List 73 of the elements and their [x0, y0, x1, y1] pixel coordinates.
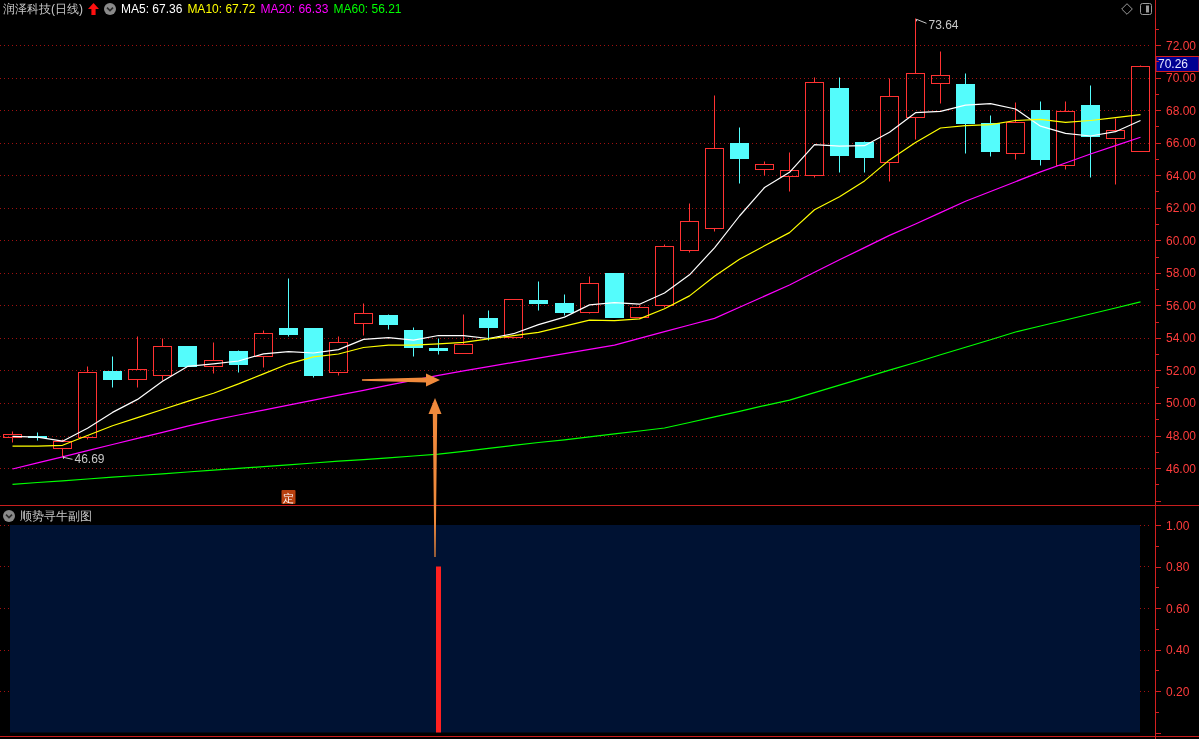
candlestick [304, 328, 323, 378]
current-price-tag: 70.26 [1155, 56, 1199, 72]
candlestick [730, 127, 749, 184]
candlestick [153, 338, 172, 381]
axis-label: 64.00 [1166, 168, 1197, 183]
candlestick [3, 431, 22, 443]
candlestick [279, 278, 298, 337]
candlestick [780, 152, 799, 192]
candlestick [404, 327, 423, 357]
axis-label: 66.00 [1166, 136, 1197, 151]
candlestick [931, 51, 950, 104]
panel-icon[interactable] [1140, 3, 1152, 15]
candlestick [204, 342, 223, 374]
indicator-value: MA5: 67.36 [121, 3, 183, 15]
candlestick [655, 244, 674, 308]
candlestick [504, 299, 523, 339]
candlestick [178, 346, 197, 367]
price-label: 73.64 [928, 18, 959, 32]
axis-label: 46.00 [1166, 461, 1197, 476]
axis-label: 72.00 [1166, 38, 1197, 53]
marker-tag: 定 [281, 490, 296, 504]
price-label: 46.69 [74, 451, 105, 466]
leader-line [63, 455, 73, 460]
candlestick [454, 314, 473, 354]
candlestick [680, 203, 699, 253]
axis-label: 0.20 [1166, 684, 1190, 699]
panel-title: 顺势寻牛副图 [20, 509, 92, 522]
axis-label: 0.80 [1166, 560, 1190, 574]
candlestick [53, 439, 72, 458]
chart-title: 润泽科技(日线) [3, 3, 83, 15]
candlestick [103, 356, 122, 388]
axis-label: 48.00 [1166, 429, 1197, 443]
axis-label: 52.00 [1166, 363, 1197, 378]
axis-label: 58.00 [1166, 266, 1197, 281]
axis-label: 50.00 [1166, 396, 1197, 411]
axis-label: 0.60 [1166, 601, 1190, 616]
axis-label: 68.00 [1166, 103, 1197, 118]
candlestick [855, 141, 874, 173]
candlestick [555, 294, 574, 316]
axis-label: 54.00 [1166, 331, 1197, 346]
candlestick [1056, 101, 1075, 170]
indicator-value: MA60: 56.21 [333, 3, 402, 15]
candlestick [379, 314, 398, 330]
candlestick [755, 161, 774, 176]
candlestick [429, 338, 448, 355]
indicator-value: MA10: 67.72 [187, 3, 256, 15]
candlestick [529, 281, 548, 311]
candlestick [28, 432, 47, 441]
axis-label: 56.00 [1166, 298, 1197, 313]
candlestick [229, 350, 248, 373]
chevron-circle-icon[interactable] [104, 3, 116, 15]
candlestick [128, 336, 147, 388]
candlestick [605, 273, 624, 318]
candlestick [1006, 102, 1025, 160]
axis-label: 62.00 [1166, 201, 1197, 216]
indicator-value: MA20: 66.33 [260, 3, 329, 15]
candlestick [630, 305, 649, 319]
axis-label: 1.00 [1166, 518, 1190, 533]
up-arrow-icon [88, 3, 99, 15]
candlestick [254, 330, 273, 368]
diamond-icon[interactable] [1121, 3, 1133, 15]
leader-line [916, 18, 927, 24]
axis-label: 60.00 [1166, 233, 1197, 248]
chevron-circle-icon[interactable] [3, 509, 15, 522]
candlestick [1106, 118, 1125, 185]
candlestick [354, 303, 373, 336]
candlestick [1031, 101, 1050, 166]
axis-label: 70.00 [1166, 71, 1197, 86]
axis-label: 0.40 [1166, 643, 1190, 657]
candlestick [580, 276, 599, 314]
candlestick [981, 115, 1000, 157]
candlestick [479, 310, 498, 341]
candlestick [329, 336, 348, 376]
